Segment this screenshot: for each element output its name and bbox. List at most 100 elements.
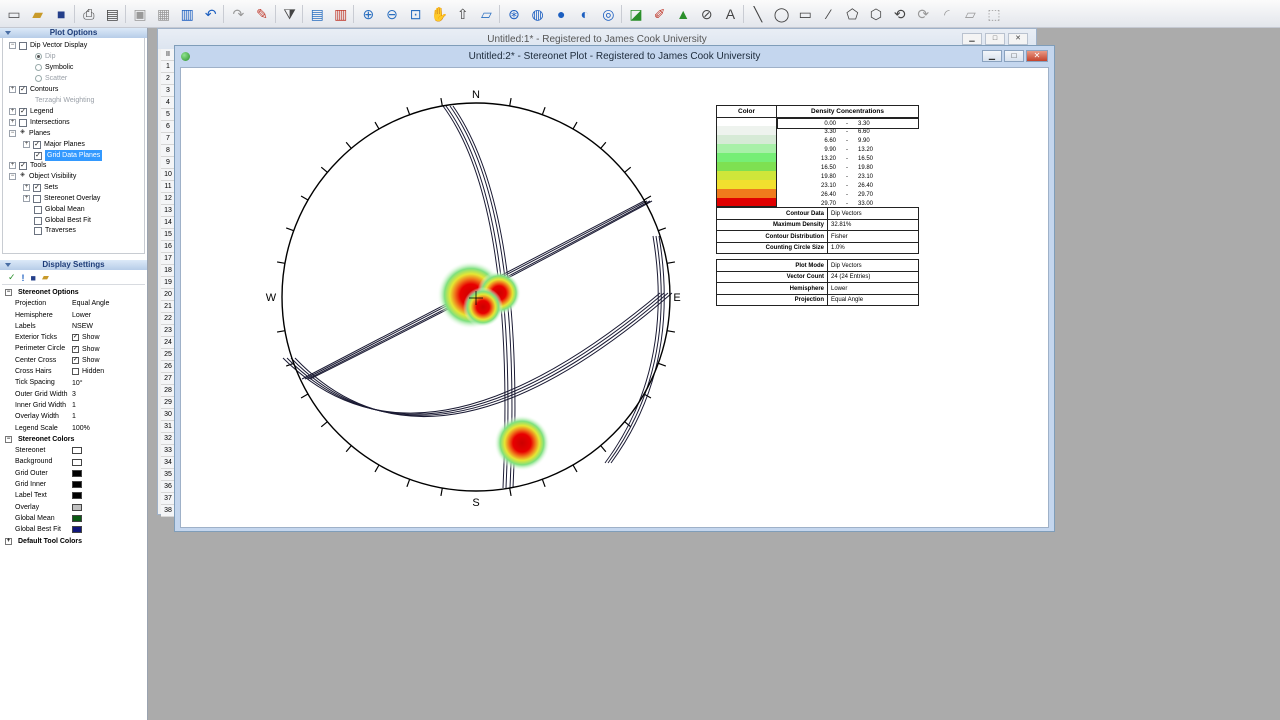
stereonet-plot-window[interactable]: Untitled:2* - Stereonet Plot - Registere…	[174, 45, 1055, 532]
tree-stereonet-overlay[interactable]: + Stereonet Overlay	[23, 193, 100, 204]
tree-traverses[interactable]: Traverses	[34, 225, 76, 236]
row-number[interactable]: 26	[161, 361, 175, 373]
row-number[interactable]: 3	[161, 85, 175, 97]
zoom-in-icon[interactable]: ⊕	[358, 4, 378, 24]
line-icon[interactable]: ╲	[748, 4, 768, 24]
apply-icon[interactable]: ✓	[8, 272, 16, 283]
property-row[interactable]: Perimeter Circle ✓ Show	[2, 343, 145, 354]
print-icon[interactable]: ⎙	[79, 4, 99, 24]
circle-slash-icon[interactable]: ⊘	[697, 4, 717, 24]
property-row[interactable]: Center Cross ✓ Show	[2, 355, 145, 366]
collapse-icon[interactable]	[5, 263, 11, 267]
row-number[interactable]: 21	[161, 301, 175, 313]
columns-icon[interactable]: ▥	[177, 4, 197, 24]
row-number[interactable]: 11	[161, 181, 175, 193]
intersections-checkbox[interactable]	[19, 118, 27, 127]
undo-icon[interactable]: ↶	[201, 4, 221, 24]
save-settings-icon[interactable]: ■	[31, 273, 36, 283]
window-titlebar[interactable]: Untitled:2* - Stereonet Plot - Registere…	[175, 46, 1054, 66]
globe-icon[interactable]: ◍	[528, 4, 548, 24]
plot-icon[interactable]: ◪	[626, 4, 646, 24]
property-row[interactable]: Overlay Width 1	[2, 411, 145, 422]
property-value[interactable]: 3	[70, 389, 145, 400]
tree-intersections[interactable]: + Intersections	[9, 117, 70, 128]
property-row[interactable]: Legend Scale 100%	[2, 423, 145, 434]
row-number[interactable]: 2	[161, 73, 175, 85]
book-icon[interactable]: ▤	[307, 4, 327, 24]
property-row[interactable]: Hemisphere Lower	[2, 310, 145, 321]
stereonet-colors-category[interactable]: − Stereonet Colors	[2, 434, 145, 445]
row-number[interactable]: 14	[161, 217, 175, 229]
save-icon[interactable]: ■	[51, 4, 71, 24]
color-value[interactable]	[70, 513, 145, 524]
stereonet-svg[interactable]: N S E W	[181, 68, 701, 528]
eraser-icon[interactable]: ▱	[476, 4, 496, 24]
row-number[interactable]: 15	[161, 229, 175, 241]
color-swatch[interactable]	[72, 503, 82, 511]
chart-icon[interactable]: ▥	[331, 4, 351, 24]
row-number[interactable]: 29	[161, 397, 175, 409]
redo-icon[interactable]: ↷	[228, 4, 248, 24]
expand-toggle-icon[interactable]: +	[9, 162, 16, 169]
tree-sets[interactable]: + ✓ Sets	[23, 182, 58, 193]
color-row[interactable]: Global Mean	[2, 513, 145, 524]
row-number[interactable]: 5	[161, 109, 175, 121]
color-swatch[interactable]	[72, 458, 82, 466]
copy-icon[interactable]: ▣	[130, 4, 150, 24]
expand-toggle-icon[interactable]: +	[23, 195, 30, 202]
tree-symbolic[interactable]: Symbolic	[35, 62, 73, 73]
maximize-button[interactable]: □	[985, 33, 1005, 45]
filter-icon[interactable]: ⧩	[280, 4, 300, 24]
tree-global-mean[interactable]: Global Mean	[34, 204, 85, 215]
color-row[interactable]: Overlay	[2, 502, 145, 513]
color-value[interactable]	[70, 456, 145, 467]
property-row[interactable]: Labels NSEW	[2, 321, 145, 332]
row-number[interactable]: 8	[161, 145, 175, 157]
row-number[interactable]: 33	[161, 445, 175, 457]
collapse-toggle-icon[interactable]: −	[9, 130, 16, 137]
expand-toggle-icon[interactable]: +	[23, 184, 30, 191]
target-icon[interactable]: ⊛	[504, 4, 524, 24]
paste-icon[interactable]: ▦	[154, 4, 174, 24]
property-value[interactable]: ✓ Show	[70, 332, 145, 343]
row-number[interactable]: 4	[161, 97, 175, 109]
zoom-out-icon[interactable]: ⊖	[382, 4, 402, 24]
arc-icon[interactable]: ◜	[937, 4, 957, 24]
row-number[interactable]: 38	[161, 505, 175, 517]
row-number[interactable]: 7	[161, 133, 175, 145]
property-row[interactable]: Inner Grid Width 1	[2, 400, 145, 411]
color-swatch[interactable]	[72, 481, 82, 489]
polyline-icon[interactable]: ⁄	[819, 4, 839, 24]
row-number[interactable]: 20	[161, 289, 175, 301]
collapse-toggle-icon[interactable]: −	[5, 289, 12, 296]
property-checkbox[interactable]: ✓	[72, 334, 79, 342]
open-icon[interactable]: ▰	[28, 4, 48, 24]
ellipse-icon[interactable]: ◯	[772, 4, 792, 24]
display-settings-header[interactable]: Display Settings	[0, 260, 147, 270]
color-swatch[interactable]	[72, 492, 82, 500]
row-number[interactable]: 16	[161, 241, 175, 253]
expand-toggle-icon[interactable]: +	[23, 141, 30, 148]
sphere-icon[interactable]: ●	[551, 4, 571, 24]
color-value[interactable]	[70, 502, 145, 513]
property-value[interactable]: 1	[70, 400, 145, 411]
tree-terzaghi[interactable]: Terzaghi Weighting	[35, 95, 94, 106]
tree-object-visibility[interactable]: − ◈ Object Visibility	[9, 171, 76, 182]
stereonet-options-category[interactable]: − Stereonet Options	[2, 287, 145, 298]
plot-area[interactable]: N S E W Color Density Concentrations 0.00…	[180, 67, 1049, 528]
property-checkbox[interactable]: ✓	[72, 356, 79, 364]
wand-icon[interactable]: ✎	[252, 4, 272, 24]
property-row[interactable]: Tick Spacing 10°	[2, 377, 145, 388]
row-number[interactable]: 27	[161, 373, 175, 385]
print-preview-icon[interactable]: ▤	[102, 4, 122, 24]
property-value[interactable]: 1	[70, 411, 145, 422]
color-swatch[interactable]	[72, 447, 82, 455]
row-number[interactable]: 37	[161, 493, 175, 505]
color-row[interactable]: Grid Outer	[2, 468, 145, 479]
row-number[interactable]: 13	[161, 205, 175, 217]
close-button[interactable]: ✕	[1026, 50, 1048, 62]
property-row[interactable]: Outer Grid Width 3	[2, 389, 145, 400]
expand-toggle-icon[interactable]: +	[9, 119, 16, 126]
color-swatch[interactable]	[72, 526, 82, 534]
collapse-toggle-icon[interactable]: −	[9, 42, 16, 49]
